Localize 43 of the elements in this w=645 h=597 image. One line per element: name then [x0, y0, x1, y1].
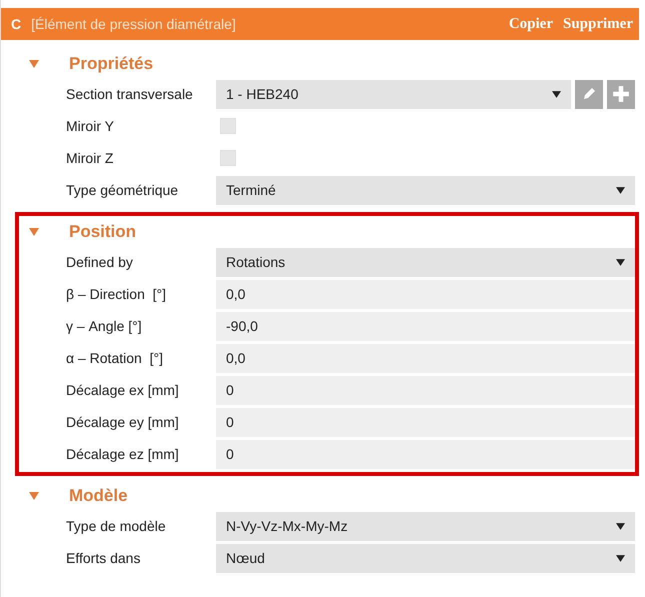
input-field[interactable]: -90,0: [216, 312, 635, 340]
section-title: Modèle: [69, 486, 128, 506]
section-title: Propriétés: [69, 54, 154, 74]
collapse-triangle-icon[interactable]: [29, 60, 39, 68]
pencil-icon: [581, 86, 597, 102]
add-button[interactable]: [607, 80, 635, 108]
property-label: Defined by: [65, 254, 134, 270]
caret-icon: [616, 554, 625, 562]
header-letter: C: [11, 16, 22, 32]
input-field[interactable]: 0: [216, 440, 635, 468]
caret-icon: [616, 522, 625, 530]
dropdown-field[interactable]: Nœud: [216, 544, 635, 572]
input-field[interactable]: 0: [216, 408, 635, 436]
property-label: Section transversale: [65, 86, 194, 102]
edit-button[interactable]: [575, 80, 603, 108]
property-label: γ – Angle [°]: [65, 318, 143, 334]
collapse-triangle-icon[interactable]: [29, 492, 39, 500]
dropdown-field[interactable]: N-Vy-Vz-Mx-My-Mz: [216, 512, 635, 540]
property-label: β – Direction [°]: [65, 286, 168, 302]
caret-icon: [616, 258, 625, 266]
property-label: Décalage ey [mm]: [65, 414, 180, 430]
input-field[interactable]: 0,0: [216, 280, 635, 308]
property-label: Miroir Y: [65, 118, 115, 134]
property-label: Efforts dans: [65, 550, 142, 566]
caret-icon: [616, 186, 625, 194]
property-label: Miroir Z: [65, 150, 114, 166]
dropdown-field[interactable]: Terminé: [216, 176, 635, 204]
section-title: Position: [69, 222, 136, 242]
input-field[interactable]: 0: [216, 376, 635, 404]
property-label: Décalage ex [mm]: [65, 382, 180, 398]
dropdown-field[interactable]: Rotations: [216, 248, 635, 276]
checkbox[interactable]: [220, 150, 236, 166]
property-label: α – Rotation [°]: [65, 350, 164, 366]
collapse-triangle-icon[interactable]: [29, 228, 39, 236]
input-field[interactable]: 0,0: [216, 344, 635, 372]
property-label: Type géométrique: [65, 182, 180, 198]
plus-icon: [612, 85, 630, 103]
property-label: Décalage ez [mm]: [65, 446, 180, 462]
header-title: [Élément de pression diamétrale]: [31, 16, 236, 32]
property-label: Type de modèle: [65, 518, 167, 534]
dropdown-field[interactable]: 1 - HEB240: [216, 80, 571, 108]
caret-icon: [552, 90, 561, 98]
checkbox[interactable]: [220, 118, 236, 134]
